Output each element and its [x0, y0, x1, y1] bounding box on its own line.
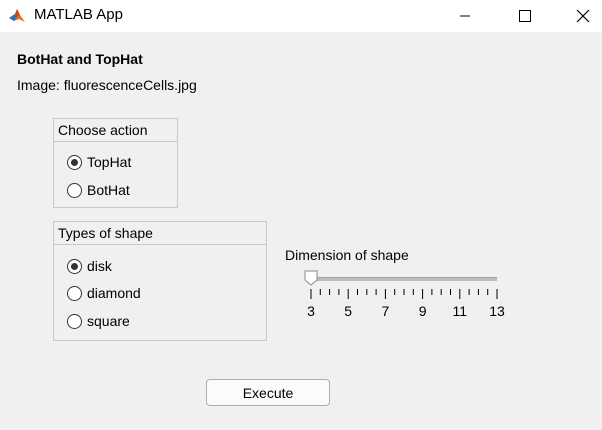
execute-button[interactable]: Execute	[206, 379, 330, 406]
radio-tophat[interactable]: TopHat	[67, 152, 131, 172]
close-icon	[576, 9, 590, 23]
radio-bothat[interactable]: BotHat	[67, 180, 130, 200]
minimize-icon	[460, 15, 470, 17]
slider-tick-label: 13	[489, 303, 505, 319]
radio-button-icon[interactable]	[67, 313, 82, 329]
slider-label: Dimension of shape	[285, 247, 409, 263]
maximize-button[interactable]	[502, 0, 548, 32]
slider-tick-label: 9	[418, 303, 427, 319]
radio-button-icon[interactable]	[67, 154, 82, 170]
app-heading: BotHat and TopHat	[17, 51, 143, 67]
radio-selected-dot	[71, 262, 78, 270]
maximize-icon	[519, 10, 531, 22]
matlab-logo-icon	[9, 9, 25, 22]
slider-tick-label: 3	[307, 303, 315, 319]
radio-tophat-label: TopHat	[87, 154, 132, 170]
radio-bothat-label: BotHat	[87, 182, 130, 198]
window-titlebar: MATLAB App	[0, 0, 602, 32]
slider-tick-label: 11	[452, 303, 468, 319]
radio-disk-label: disk	[87, 258, 112, 274]
window-title: MATLAB App	[34, 6, 123, 23]
choose-action-title: Choose action	[54, 119, 177, 142]
shape-type-panel: Types of shape disk diamond square	[53, 221, 267, 341]
radio-disk[interactable]: disk	[67, 256, 112, 276]
slider-thumb[interactable]	[304, 270, 318, 286]
close-button[interactable]	[560, 0, 602, 32]
radio-diamond[interactable]: diamond	[67, 283, 141, 303]
shape-type-title: Types of shape	[54, 222, 266, 245]
image-filename-label: Image: fluorescenceCells.jpg	[17, 77, 197, 93]
slider-tick-label: 7	[381, 303, 390, 319]
radio-button-icon[interactable]	[67, 258, 82, 274]
radio-diamond-label: diamond	[87, 285, 141, 301]
radio-button-icon[interactable]	[67, 285, 82, 301]
radio-selected-dot	[71, 158, 78, 166]
radio-button-icon[interactable]	[67, 182, 82, 198]
slider-track[interactable]	[311, 277, 497, 281]
radio-square-label: square	[87, 313, 130, 329]
minimize-button[interactable]	[442, 0, 488, 32]
radio-square[interactable]: square	[67, 311, 130, 331]
choose-action-panel: Choose action TopHat BotHat	[53, 118, 178, 208]
slider-tick-label: 5	[344, 303, 353, 319]
